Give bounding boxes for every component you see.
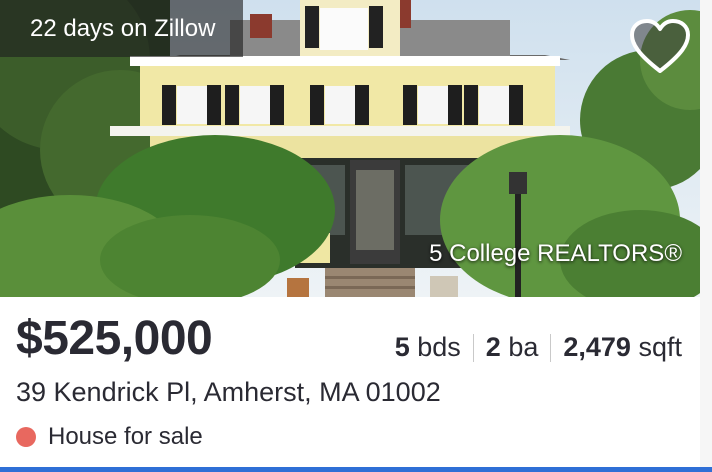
page-scroll-gutter [700,0,712,472]
favorite-button[interactable] [628,18,692,76]
listing-photo[interactable]: 22 days on Zillow 5 College REALTORS® [0,0,700,297]
facts-divider [550,333,552,362]
brokerage-label: 5 College REALTORS® [429,240,682,267]
status-label: House for sale [48,423,203,450]
sqft-unit: sqft [638,332,682,362]
listing-status: House for sale [16,423,203,451]
heart-icon [630,19,690,73]
status-dot-icon [16,427,36,447]
beds-unit: bds [417,332,461,362]
card-bottom-accent [0,467,712,472]
listing-facts: 5 bds 2 ba 2,479 sqft [395,332,682,363]
days-on-zillow-badge: 22 days on Zillow [0,0,244,57]
facts-divider [472,333,474,362]
listing-address-link[interactable]: 39 Kendrick Pl, Amherst, MA 01002 [16,377,441,408]
beds-value: 5 [394,332,410,362]
listing-info[interactable]: $525,000 5 bds 2 ba 2,479 sqft 39 Kendri… [0,297,712,472]
baths-unit: ba [508,332,539,362]
listing-price: $525,000 [16,312,213,365]
sqft-value: 2,479 [563,332,631,362]
baths-value: 2 [485,332,501,362]
listing-card[interactable]: 22 days on Zillow 5 College REALTORS® $5… [0,0,712,472]
